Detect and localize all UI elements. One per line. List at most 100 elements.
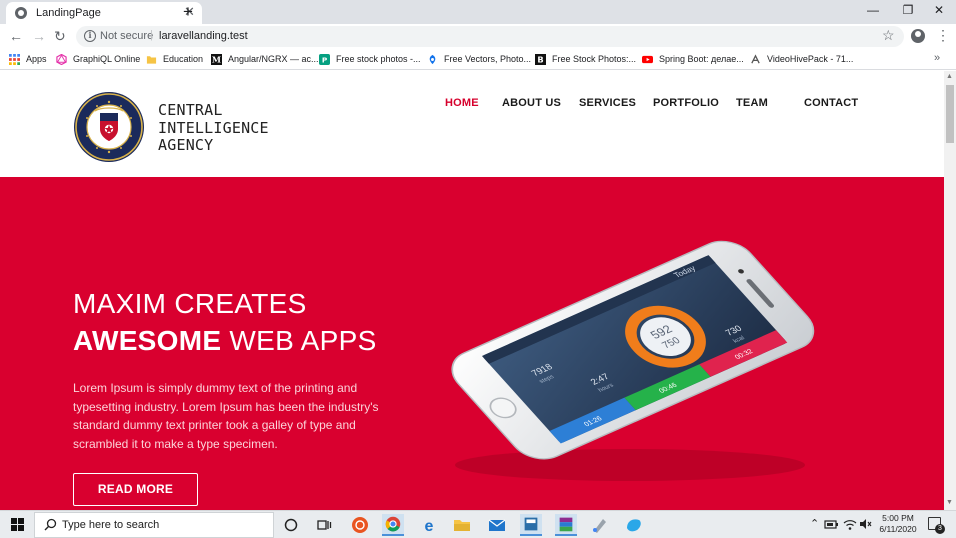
tab-landingpage[interactable]: LandingPage ✕ <box>6 2 202 24</box>
bookmark-freepik[interactable]: Free Vectors, Photo... <box>427 53 531 65</box>
bookmark-label: Education <box>163 54 204 64</box>
reload-button[interactable]: ↻ <box>54 27 66 45</box>
notification-count-badge: 3 <box>935 524 945 534</box>
bookmark-apps[interactable]: Apps <box>9 53 47 65</box>
paint-app-icon[interactable] <box>589 514 611 536</box>
taskbar-search-placeholder: Type here to search <box>62 519 160 531</box>
file-explorer-icon[interactable] <box>451 514 473 536</box>
chrome-app-icon[interactable] <box>382 514 404 536</box>
nav-portfolio[interactable]: PORTFOLIO <box>653 97 719 109</box>
svg-text:B: B <box>537 54 543 64</box>
url-separator: | <box>150 29 153 41</box>
mail-app-icon[interactable] <box>486 514 508 536</box>
bookmark-angular-ngrx[interactable]: M Angular/NGRX — ас... <box>211 53 319 65</box>
hero-description: Lorem Ipsum is simply dummy text of the … <box>73 381 379 451</box>
tray-chevron-icon[interactable]: ⌃ <box>810 517 819 530</box>
bookmark-videohive[interactable]: VideoHivePack - 71... <box>750 53 853 65</box>
bookmark-label: Free Stock Photos:... <box>552 54 637 64</box>
youtube-icon <box>642 55 653 63</box>
scroll-down-icon[interactable]: ▼ <box>946 499 953 506</box>
address-toolbar: ← → ↻ i Not secure | laravellanding.test… <box>0 24 956 48</box>
winrar-app-icon[interactable] <box>555 514 577 536</box>
apps-grid-icon <box>9 53 20 65</box>
wifi-icon[interactable] <box>843 517 857 531</box>
windows-taskbar: Type here to search e ⌃ 5:00 PM 6/11/202… <box>0 510 956 538</box>
tab-strip: LandingPage ✕ + — ❐ ✕ <box>0 0 956 24</box>
logo-wordmark[interactable]: CENTRAL INTELLIGENCE AGENCY <box>158 101 269 155</box>
battery-icon[interactable] <box>823 517 839 531</box>
nav-about-us[interactable]: ABOUT US <box>502 97 561 109</box>
forward-button[interactable]: → <box>32 27 46 45</box>
ubuntu-app-icon[interactable] <box>349 514 371 536</box>
taskbar-search-box[interactable]: Type here to search <box>34 512 274 538</box>
task-view-icon[interactable] <box>313 514 335 536</box>
nav-contact[interactable]: CONTACT <box>804 97 858 109</box>
globe-icon <box>15 7 27 19</box>
svg-text:M: M <box>212 54 221 64</box>
bookmark-pexels[interactable]: P Free stock photos -... <box>319 53 421 65</box>
bookmark-graphiql[interactable]: GraphiQL Online <box>56 53 140 65</box>
bookmark-label: Angular/NGRX — ас... <box>228 54 319 64</box>
svg-text:e: e <box>425 518 434 535</box>
hero-section: MAXIM CREATES AWESOME WEB APPS Lorem Ips… <box>0 177 944 510</box>
logo-line: INTELLIGENCE <box>158 118 269 137</box>
burst-icon: B <box>535 53 546 65</box>
tab-title: LandingPage <box>36 7 101 19</box>
browser-menu-icon[interactable]: ⋮ <box>936 27 950 43</box>
search-icon <box>44 518 57 531</box>
svg-text:P: P <box>322 55 328 64</box>
bookmark-label: Spring Boot: делае... <box>659 54 744 64</box>
address-bar[interactable]: i Not secure | laravellanding.test ☆ <box>76 26 904 47</box>
minimize-button[interactable]: — <box>858 1 888 21</box>
site-header: CENTRAL INTELLIGENCE AGENCY HOME ABOUT U… <box>0 71 944 177</box>
app-window-icon[interactable] <box>520 514 542 536</box>
folder-icon <box>146 55 157 64</box>
pexels-icon: P <box>319 53 330 65</box>
hero-title-rest: WEB APPS <box>221 325 377 356</box>
cia-seal-logo[interactable] <box>73 91 145 163</box>
scrollbar-thumb[interactable] <box>946 85 954 143</box>
hero-title-line2: AWESOME WEB APPS <box>73 325 377 357</box>
app-bird-icon[interactable] <box>623 514 645 536</box>
clock-date: 6/11/2020 <box>879 524 917 534</box>
logo-line: CENTRAL <box>158 101 223 119</box>
scroll-up-icon[interactable]: ▲ <box>946 73 953 80</box>
bookmarks-overflow-icon[interactable]: » <box>934 52 940 64</box>
maximize-button[interactable]: ❐ <box>893 1 923 21</box>
logo-line: AGENCY <box>158 136 214 154</box>
profile-icon[interactable] <box>911 29 925 43</box>
bookmark-spring-boot[interactable]: Spring Boot: делае... <box>642 53 744 65</box>
bookmark-label: Free stock photos -... <box>336 54 421 64</box>
close-window-button[interactable]: ✕ <box>924 1 954 21</box>
bookmarks-bar: Apps GraphiQL Online Education M Angular… <box>0 48 956 70</box>
web-page: CENTRAL INTELLIGENCE AGENCY HOME ABOUT U… <box>0 71 944 510</box>
bookmark-burst[interactable]: B Free Stock Photos:... <box>535 53 636 65</box>
bookmark-label: VideoHivePack - 71... <box>767 54 854 64</box>
bookmark-label: GraphiQL Online <box>73 54 141 64</box>
hero-title-line1: MAXIM CREATES <box>73 288 307 319</box>
security-status: Not secure <box>100 30 154 42</box>
videohive-icon <box>751 53 760 63</box>
info-icon[interactable]: i <box>84 30 96 42</box>
freepik-icon <box>429 54 436 64</box>
nav-services[interactable]: SERVICES <box>579 97 636 109</box>
cortana-icon[interactable] <box>280 514 302 536</box>
back-button[interactable]: ← <box>9 27 23 45</box>
browser-window: LandingPage ✕ + — ❐ ✕ ← → ↻ i Not secure… <box>0 0 956 538</box>
hero-title-emphasis: AWESOME <box>73 325 222 356</box>
edge-app-icon[interactable]: e <box>418 514 440 536</box>
graphql-icon <box>56 53 67 65</box>
taskbar-clock[interactable]: 5:00 PM 6/11/2020 <box>875 513 921 535</box>
bookmark-label: Apps <box>26 54 47 64</box>
windows-start-icon[interactable] <box>11 518 24 531</box>
read-more-button[interactable]: READ MORE <box>73 473 198 506</box>
url-text[interactable]: laravellanding.test <box>159 30 248 42</box>
volume-icon[interactable] <box>858 517 872 531</box>
page-scrollbar[interactable]: ▲ ▼ <box>944 71 956 510</box>
nav-home[interactable]: HOME <box>445 97 479 109</box>
phone-mockup-image: Today 592 750 7918 steps 2:47 hours 730 … <box>451 240 815 481</box>
bookmark-education[interactable]: Education <box>146 53 203 65</box>
nav-team[interactable]: TEAM <box>736 97 768 109</box>
bookmark-star-icon[interactable]: ☆ <box>882 27 895 44</box>
new-tab-button[interactable]: + <box>183 2 193 22</box>
